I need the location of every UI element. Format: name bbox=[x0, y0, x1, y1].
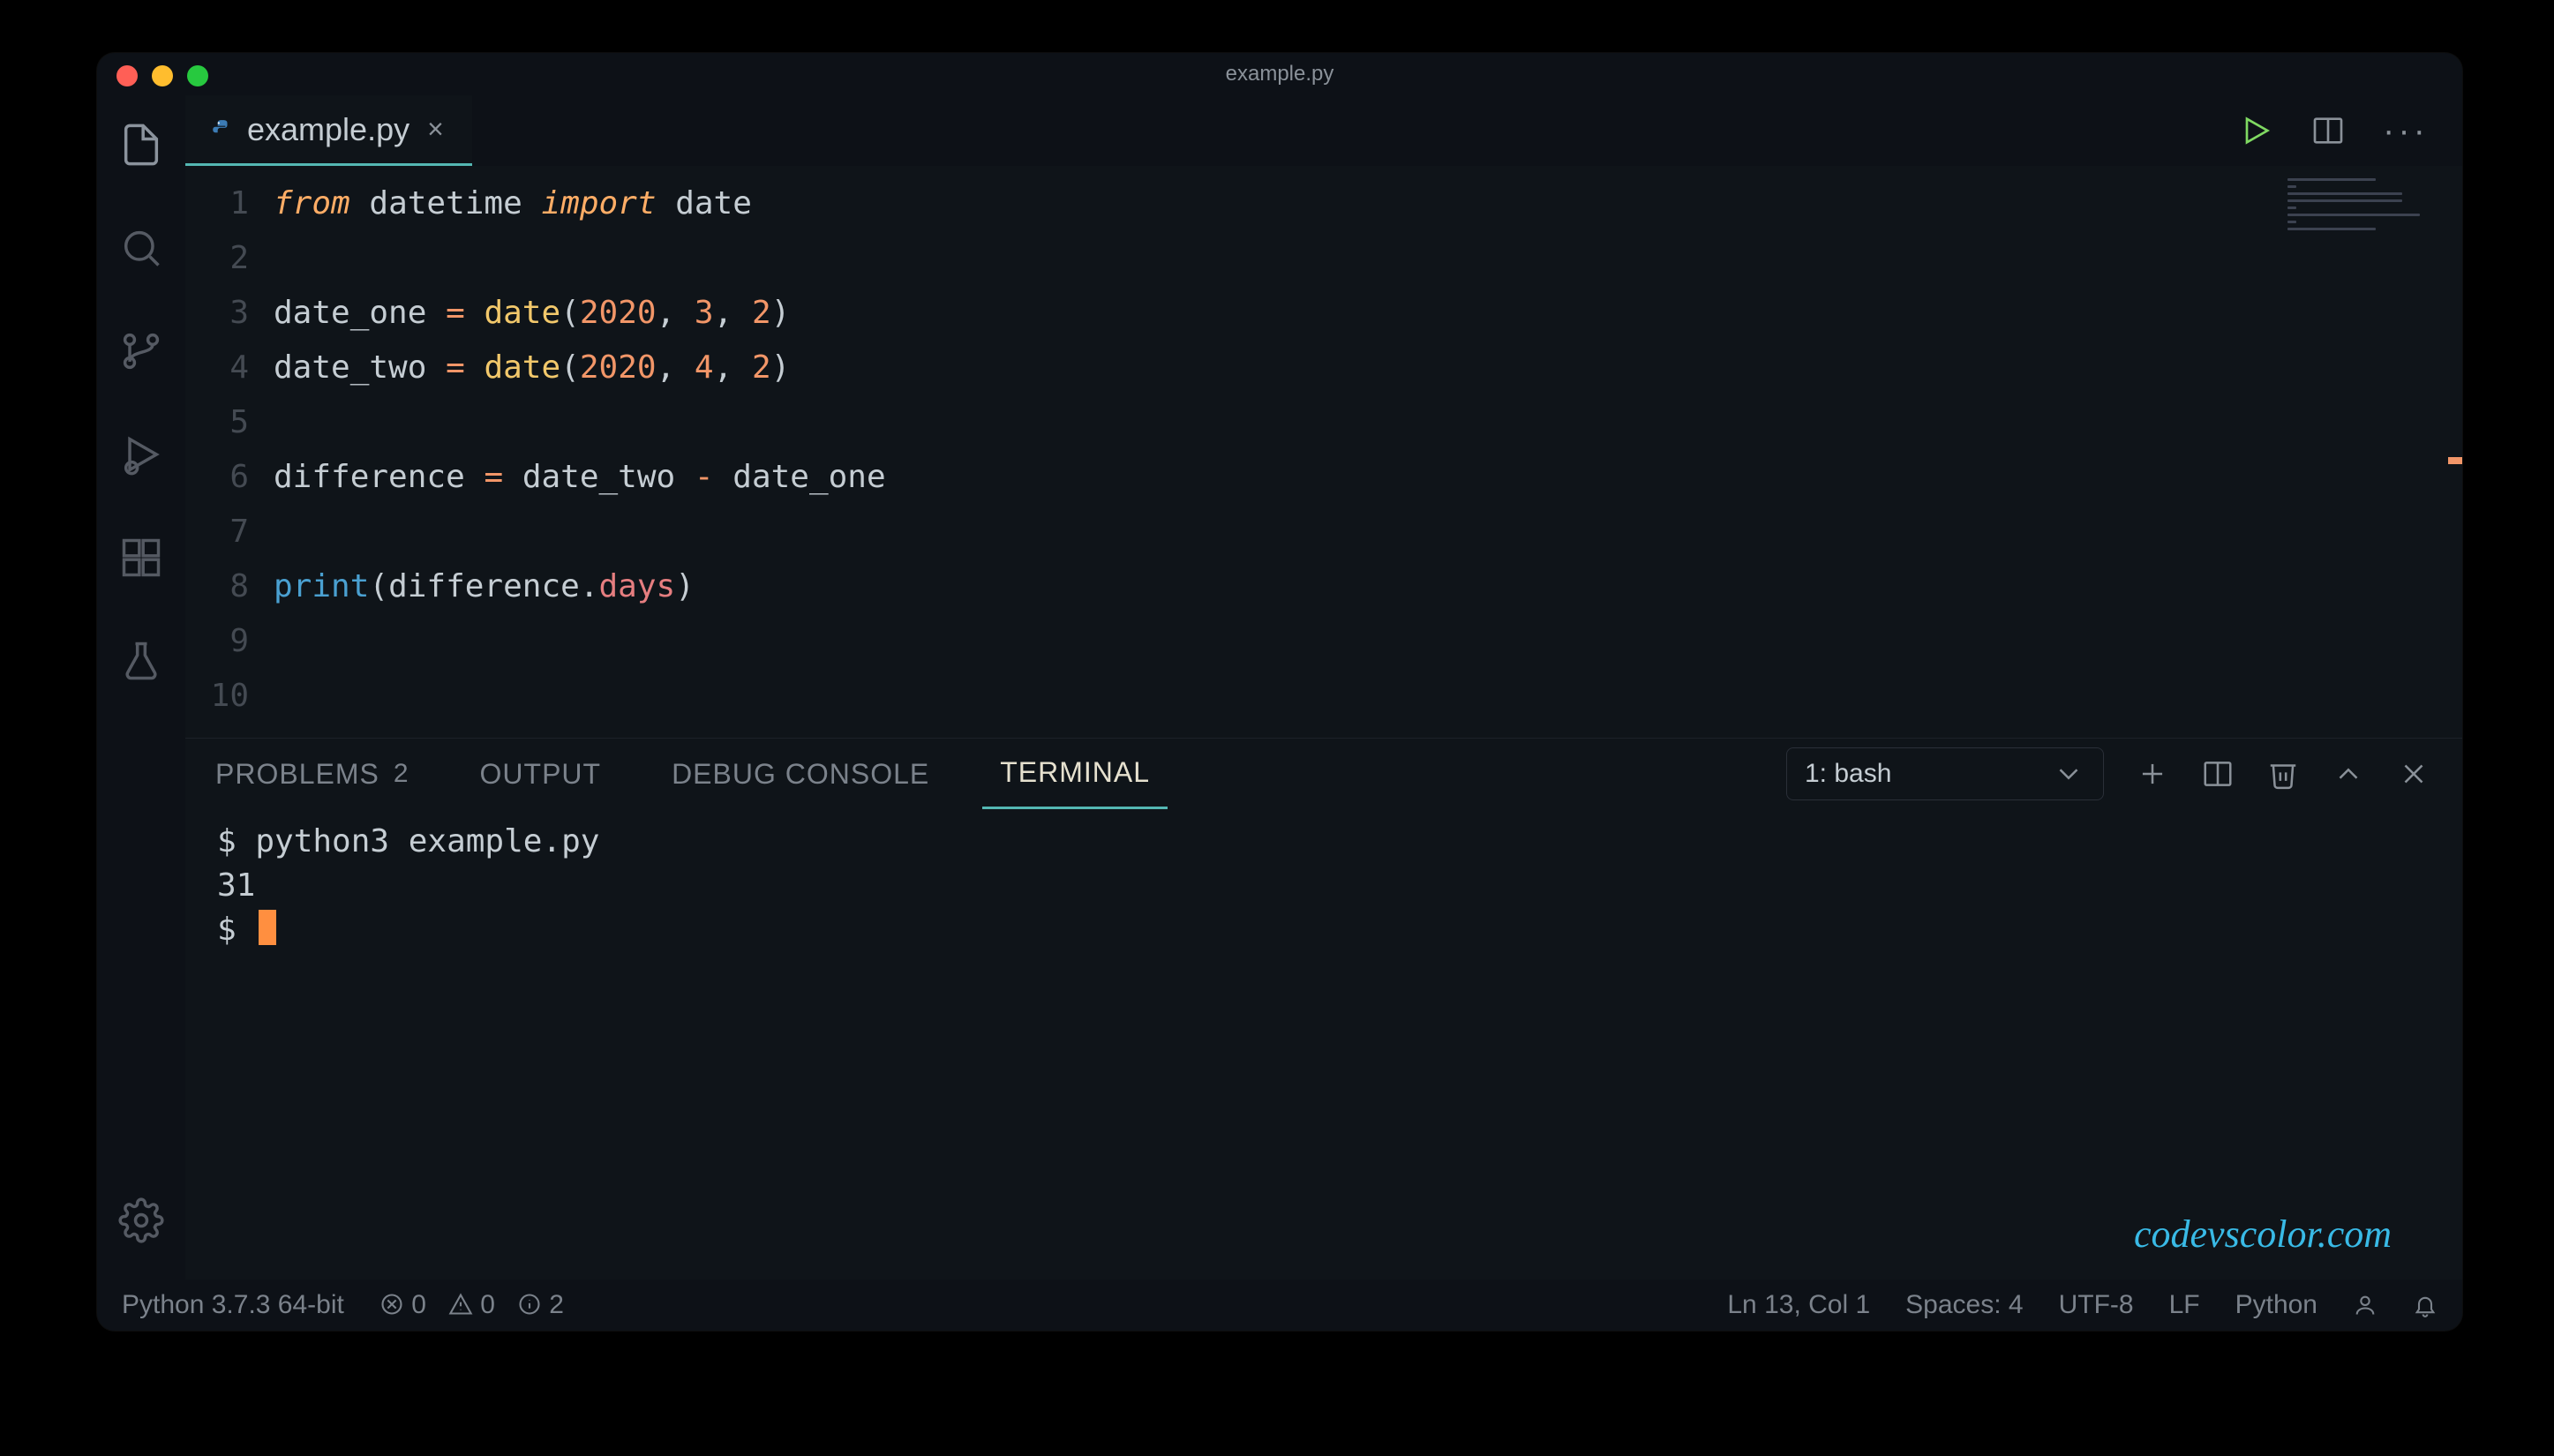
activity-extensions[interactable] bbox=[118, 535, 164, 585]
panel-tab-label: DEBUG CONSOLE bbox=[672, 758, 929, 791]
window-minimize-button[interactable] bbox=[152, 65, 173, 86]
run-icon[interactable] bbox=[2238, 113, 2273, 148]
gear-icon bbox=[118, 1197, 164, 1243]
error-icon bbox=[379, 1292, 404, 1317]
terminal-body[interactable]: $ python3 example.py 31 $ bbox=[185, 809, 2462, 1280]
tab-example-py[interactable]: example.py × bbox=[185, 95, 472, 166]
problems-count: 2 bbox=[394, 759, 409, 789]
split-terminal-icon[interactable] bbox=[2201, 757, 2235, 791]
status-encoding[interactable]: UTF-8 bbox=[2059, 1290, 2134, 1320]
editor[interactable]: 12345678910 from datetime import date da… bbox=[185, 166, 2462, 724]
watermark: codevscolor.com bbox=[2134, 1212, 2392, 1257]
search-icon bbox=[118, 225, 164, 271]
terminal-selector-label: 1: bash bbox=[1805, 759, 1891, 789]
traffic-lights bbox=[116, 65, 208, 86]
editor-actions: ··· bbox=[2205, 95, 2462, 166]
status-eol[interactable]: LF bbox=[2169, 1290, 2200, 1320]
titlebar: example.py bbox=[97, 53, 2462, 95]
beaker-icon bbox=[118, 638, 164, 684]
kill-terminal-icon[interactable] bbox=[2266, 757, 2300, 791]
panel-tab-label: TERMINAL bbox=[1000, 756, 1150, 789]
panel-tabs: PROBLEMS 2 OUTPUT DEBUG CONSOLE TERMINAL bbox=[185, 739, 2462, 809]
panel-tab-label: OUTPUT bbox=[480, 758, 602, 791]
panel-tab-label: PROBLEMS bbox=[215, 758, 379, 791]
activity-explorer[interactable] bbox=[118, 122, 164, 172]
close-panel-icon[interactable] bbox=[2397, 757, 2430, 791]
code-area[interactable]: from datetime import date date_one = dat… bbox=[274, 166, 2462, 724]
status-diagnostics[interactable]: 0 0 2 bbox=[379, 1290, 564, 1320]
status-bar: Python 3.7.3 64-bit 0 0 2 Ln 13, Col 1 S… bbox=[97, 1280, 2462, 1331]
panel-tab-debug-console[interactable]: DEBUG CONSOLE bbox=[654, 739, 947, 809]
more-actions-icon[interactable]: ··· bbox=[2383, 111, 2429, 151]
branch-icon bbox=[118, 328, 164, 374]
maximize-panel-icon[interactable] bbox=[2332, 757, 2365, 791]
panel-actions: 1: bash bbox=[1786, 747, 2430, 800]
tab-label: example.py bbox=[247, 111, 409, 148]
panel-tab-terminal[interactable]: TERMINAL bbox=[982, 739, 1168, 809]
status-indentation[interactable]: Spaces: 4 bbox=[1905, 1290, 2023, 1320]
feedback-icon[interactable] bbox=[2353, 1293, 2377, 1317]
panel-tab-output[interactable]: OUTPUT bbox=[462, 739, 620, 809]
activity-testing[interactable] bbox=[118, 638, 164, 688]
terminal-selector[interactable]: 1: bash bbox=[1786, 747, 2104, 800]
extensions-icon bbox=[118, 535, 164, 581]
status-python-interpreter[interactable]: Python 3.7.3 64-bit bbox=[122, 1290, 344, 1320]
bottom-panel: PROBLEMS 2 OUTPUT DEBUG CONSOLE TERMINAL bbox=[185, 738, 2462, 1280]
python-file-icon bbox=[210, 118, 233, 141]
notifications-icon[interactable] bbox=[2413, 1293, 2438, 1317]
status-cursor-position[interactable]: Ln 13, Col 1 bbox=[1727, 1290, 1870, 1320]
status-language-mode[interactable]: Python bbox=[2235, 1290, 2317, 1320]
chevron-down-icon bbox=[2052, 757, 2085, 791]
window-title: example.py bbox=[1226, 62, 1334, 86]
line-number-gutter: 12345678910 bbox=[185, 166, 274, 724]
panel-tab-problems[interactable]: PROBLEMS 2 bbox=[198, 739, 427, 809]
warning-icon bbox=[448, 1292, 473, 1317]
files-icon bbox=[118, 122, 164, 168]
tabs-row: example.py × ··· bbox=[185, 95, 2462, 166]
new-terminal-icon[interactable] bbox=[2136, 757, 2169, 791]
window-maximize-button[interactable] bbox=[187, 65, 208, 86]
activity-settings[interactable] bbox=[118, 1197, 164, 1248]
editor-group: example.py × ··· 12345678910 from dateti… bbox=[185, 95, 2462, 1280]
overview-ruler-marker bbox=[2448, 457, 2462, 464]
activity-search[interactable] bbox=[118, 225, 164, 275]
vscode-window: example.py bbox=[97, 53, 2462, 1331]
activity-run-debug[interactable] bbox=[118, 432, 164, 482]
debug-icon bbox=[118, 432, 164, 477]
split-editor-icon[interactable] bbox=[2310, 113, 2346, 148]
main-row: example.py × ··· 12345678910 from dateti… bbox=[97, 95, 2462, 1280]
info-icon bbox=[517, 1292, 542, 1317]
activity-source-control[interactable] bbox=[118, 328, 164, 379]
window-close-button[interactable] bbox=[116, 65, 138, 86]
tab-close-icon[interactable]: × bbox=[424, 113, 447, 146]
activity-bar bbox=[97, 95, 185, 1280]
